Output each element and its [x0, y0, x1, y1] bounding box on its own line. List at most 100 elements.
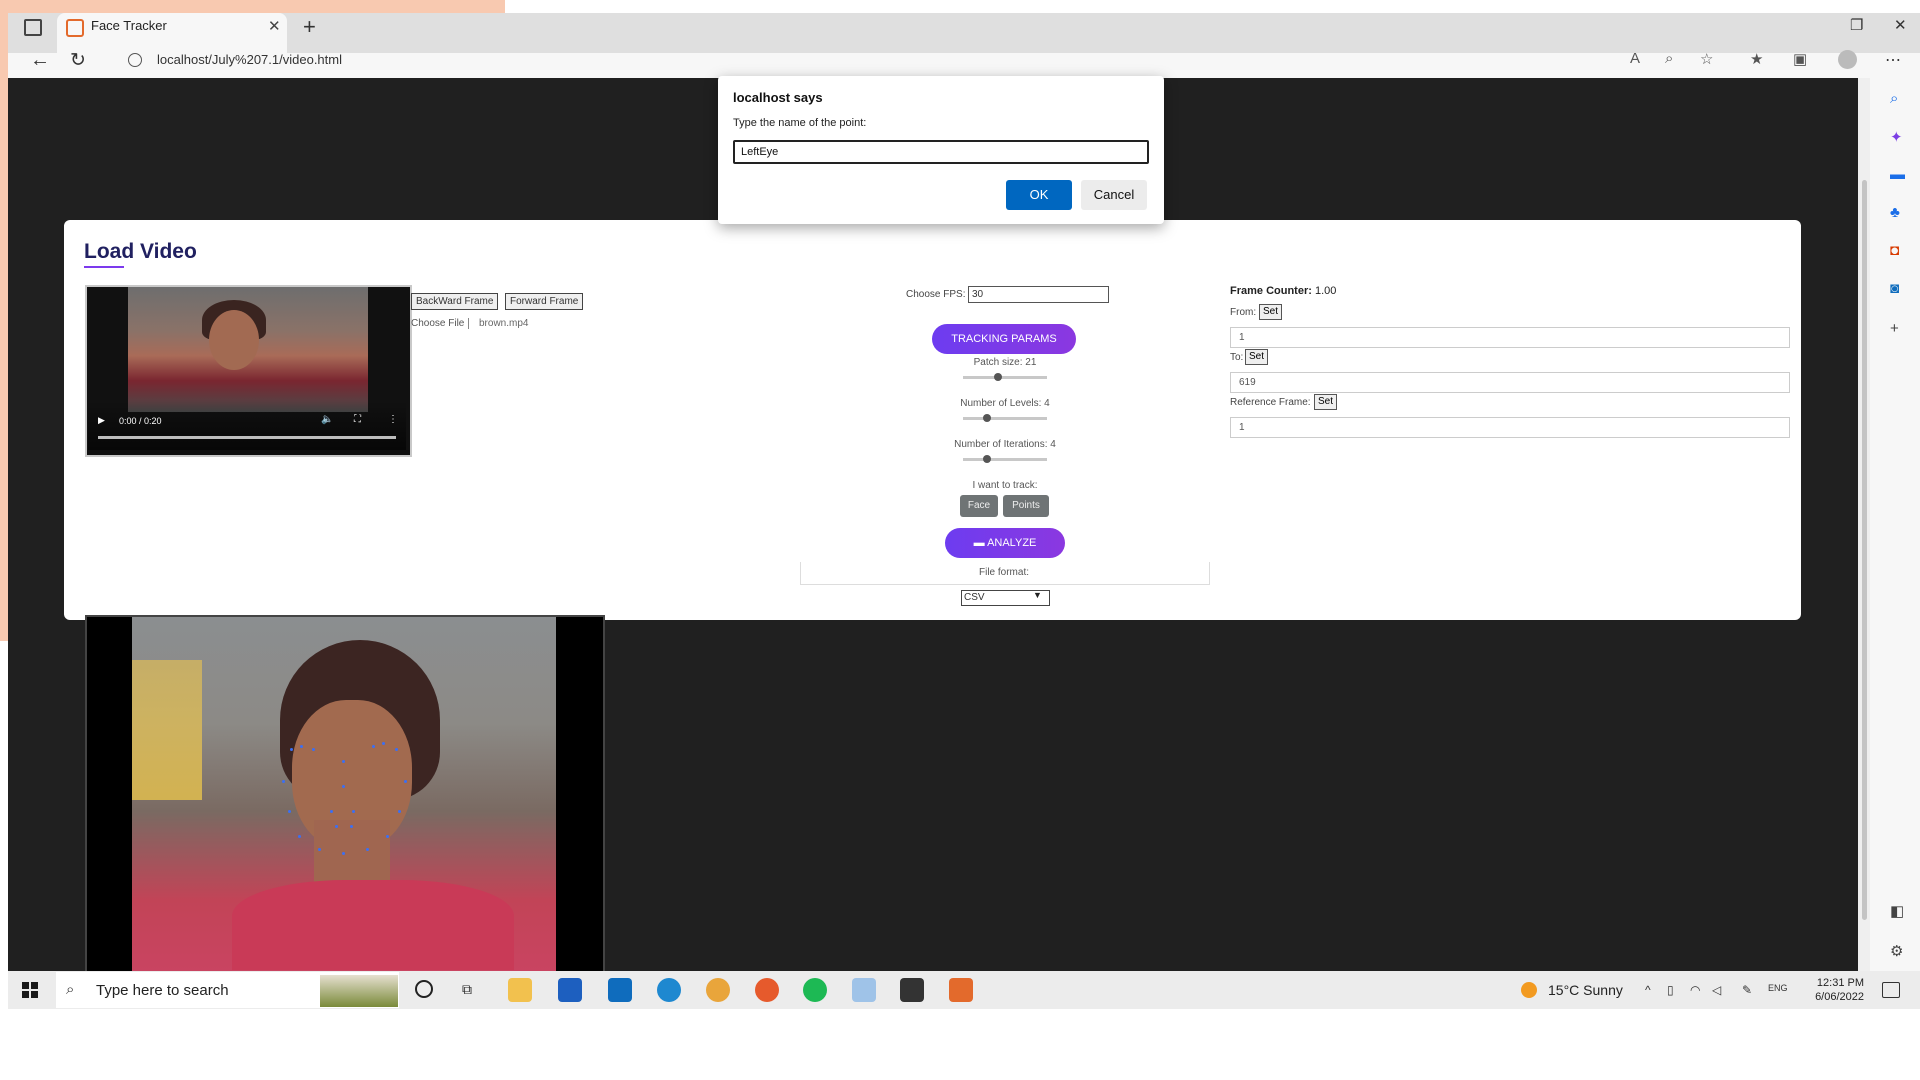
chevron-up-icon[interactable]: ^: [1645, 983, 1651, 997]
read-aloud-icon[interactable]: A: [1630, 50, 1640, 67]
chrome-icon[interactable]: [706, 978, 730, 1002]
fps-input[interactable]: 30: [968, 286, 1109, 303]
firefox-icon[interactable]: [755, 978, 779, 1002]
sidebar-settings-icon[interactable]: ⚙: [1890, 942, 1903, 960]
wifi-icon[interactable]: ◠: [1690, 983, 1700, 997]
person-shirt: [232, 880, 514, 970]
choose-file-button[interactable]: Choose File: [411, 318, 470, 329]
title-underline: [84, 266, 124, 268]
reference-frame-input[interactable]: 1: [1230, 417, 1790, 438]
landmark-point: [342, 852, 345, 855]
more-options-icon[interactable]: ⋮: [388, 414, 398, 425]
task-view-icon[interactable]: ⧉: [462, 981, 472, 998]
cancel-button[interactable]: Cancel: [1081, 180, 1147, 210]
tools-icon[interactable]: ♣: [1890, 204, 1900, 221]
terminal-icon[interactable]: [900, 978, 924, 1002]
tracking-params-button[interactable]: TRACKING PARAMS: [932, 324, 1076, 354]
play-icon[interactable]: ▶: [98, 415, 105, 426]
weather-icon[interactable]: [1521, 982, 1537, 998]
patch-size-slider[interactable]: [963, 373, 1047, 381]
video-progress[interactable]: [98, 436, 396, 439]
track-points-button[interactable]: Points: [1003, 495, 1049, 517]
shopping-icon[interactable]: ▬: [1890, 166, 1905, 183]
start-icon[interactable]: [22, 982, 38, 998]
card-title: Load Video: [84, 240, 197, 263]
levels-thumb[interactable]: [982, 414, 991, 422]
settings-menu-icon[interactable]: ⋯: [1885, 50, 1901, 70]
search-placeholder: Type here to search: [96, 982, 229, 999]
backward-frame-button[interactable]: BackWard Frame: [411, 293, 499, 310]
frame-counter-label: Frame Counter:: [1230, 285, 1312, 297]
app-window-icon[interactable]: [852, 978, 876, 1002]
office-icon[interactable]: ◘: [1890, 242, 1899, 259]
levels-slider[interactable]: [963, 414, 1047, 422]
fullscreen-icon[interactable]: ⛶: [354, 414, 361, 425]
landmark-point: [288, 810, 291, 813]
landmark-point: [350, 825, 353, 828]
close-window-icon[interactable]: ✕: [1894, 16, 1907, 34]
spotify-icon[interactable]: [803, 978, 827, 1002]
set-reference-button[interactable]: Set: [1314, 394, 1338, 410]
new-tab-icon[interactable]: +: [303, 14, 316, 40]
patch-size-label: Patch size: 21: [973, 357, 1037, 368]
fps-label: Choose FPS:: [906, 289, 966, 300]
profile-avatar[interactable]: [1838, 50, 1857, 69]
iterations-slider[interactable]: [963, 455, 1047, 463]
store-icon[interactable]: [558, 978, 582, 1002]
from-input[interactable]: 1: [1230, 327, 1790, 348]
set-from-button[interactable]: Set: [1259, 304, 1283, 320]
landmark-point: [318, 848, 321, 851]
battery-icon[interactable]: ▯: [1667, 983, 1674, 997]
zoom-icon[interactable]: ⌕: [1665, 50, 1673, 67]
hide-sidebar-icon[interactable]: ◧: [1890, 902, 1904, 920]
dialog-message: Type the name of the point:: [733, 117, 867, 129]
tracker-app-icon[interactable]: [949, 978, 973, 1002]
favorites-icon[interactable]: ★: [1750, 50, 1763, 68]
tab-strip: [8, 13, 1920, 53]
language-indicator[interactable]: ENG: [1768, 983, 1788, 993]
reload-icon[interactable]: ↻: [70, 49, 86, 72]
search-icon: ⌕: [66, 981, 75, 998]
iterations-label: Number of Iterations: 4: [954, 439, 1056, 450]
pen-icon[interactable]: ✎: [1742, 983, 1752, 997]
from-label: From:: [1230, 307, 1257, 318]
landmark-point: [372, 745, 375, 748]
back-icon[interactable]: ←: [30, 49, 50, 72]
tab-actions-icon[interactable]: [24, 19, 42, 36]
add-sidebar-icon[interactable]: +: [1890, 320, 1899, 337]
edge-icon[interactable]: [657, 978, 681, 1002]
forward-frame-button[interactable]: Forward Frame: [505, 293, 584, 310]
favorite-icon[interactable]: ☆: [1700, 50, 1713, 68]
ok-button[interactable]: OK: [1006, 180, 1072, 210]
weather-text[interactable]: 15°C Sunny: [1548, 982, 1623, 998]
notifications-icon[interactable]: [1882, 982, 1900, 998]
cortana-icon[interactable]: [415, 980, 433, 998]
site-info-icon[interactable]: [128, 53, 142, 67]
url-field[interactable]: localhost/July%207.1/video.html: [157, 52, 342, 67]
to-input[interactable]: 619: [1230, 372, 1790, 393]
landmark-point: [382, 742, 385, 745]
track-face-button[interactable]: Face: [960, 495, 998, 517]
volume-icon[interactable]: ◁: [1712, 983, 1721, 997]
point-name-input[interactable]: LeftEye: [733, 140, 1149, 164]
scrollbar-thumb[interactable]: [1862, 180, 1867, 920]
landmark-point: [342, 760, 345, 763]
to-label: To:: [1230, 352, 1244, 363]
copilot-icon[interactable]: ✦: [1890, 128, 1903, 146]
mute-icon[interactable]: 🔈: [321, 414, 333, 425]
iterations-thumb[interactable]: [982, 455, 991, 463]
set-to-button[interactable]: Set: [1245, 349, 1269, 365]
landmark-point: [366, 848, 369, 851]
clock[interactable]: 12:31 PM 6/06/2022: [1808, 976, 1864, 1004]
collections-icon[interactable]: ▣: [1793, 50, 1807, 68]
close-tab-icon[interactable]: ✕: [268, 17, 281, 35]
outlook-icon[interactable]: ◙: [1890, 280, 1899, 297]
search-icon[interactable]: ⌕: [1890, 90, 1898, 107]
landmark-point: [312, 748, 315, 751]
landmark-point: [282, 780, 285, 783]
file-explorer-icon[interactable]: [508, 978, 532, 1002]
restore-window-icon[interactable]: ❐: [1850, 16, 1863, 34]
outlook-app-icon[interactable]: [608, 978, 632, 1002]
reference-frame-label: Reference Frame:: [1230, 397, 1311, 408]
analyze-button[interactable]: ▬ ANALYZE: [945, 528, 1065, 558]
